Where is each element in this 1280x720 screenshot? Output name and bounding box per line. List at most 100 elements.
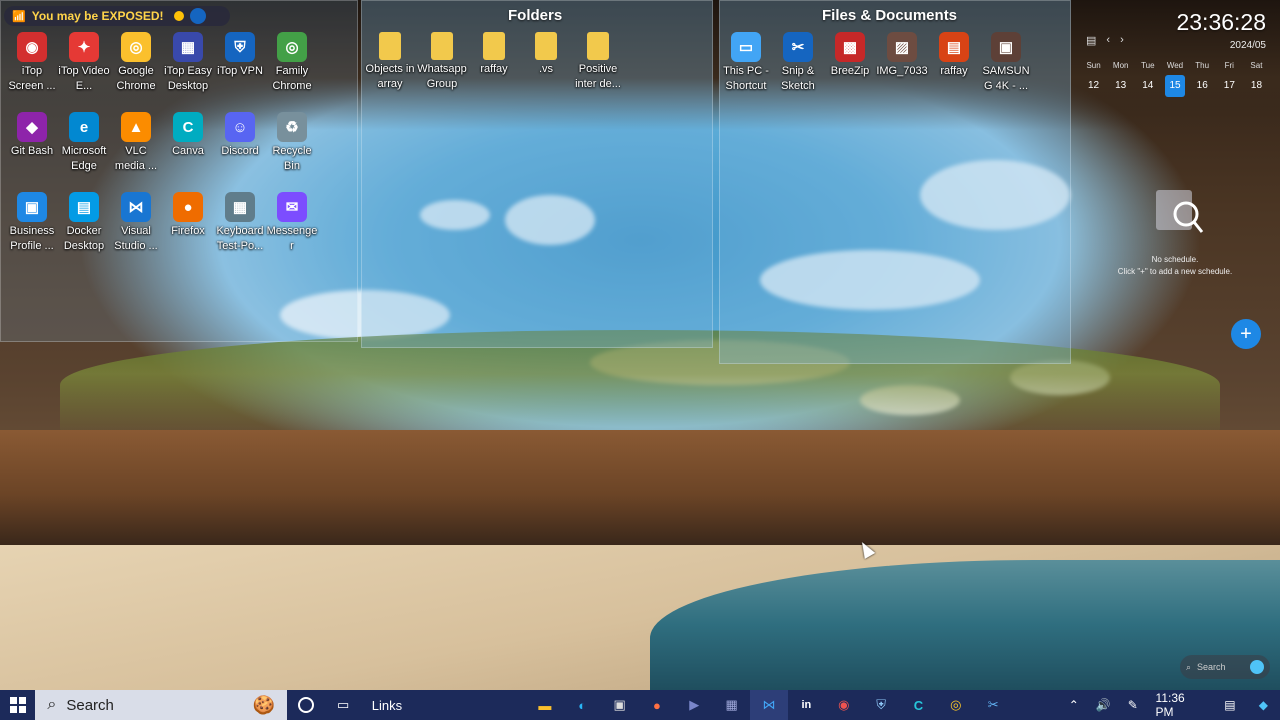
desktop-icon-item[interactable]: ● Firefox (162, 192, 214, 239)
file-icon-label: This PC - Shortcut (723, 65, 769, 92)
folder-icon-item[interactable]: raffay (468, 32, 520, 77)
store-icon: ▣ (613, 697, 626, 712)
calendar-date[interactable]: 12 (1080, 75, 1107, 97)
calendar-date[interactable]: 16 (1189, 75, 1216, 97)
calendar-date[interactable]: 18 (1243, 75, 1270, 97)
prev-week-icon[interactable]: ‹ (1106, 34, 1110, 47)
folder-icon-label: Objects in array (365, 63, 415, 90)
calendar-day-name: Mon (1112, 61, 1129, 70)
notification-text: You may be EXPOSED! (31, 9, 164, 23)
taskbar-app-file-explorer[interactable]: ▬ (526, 690, 563, 720)
next-week-icon[interactable]: › (1120, 34, 1124, 47)
taskbar-app-store[interactable]: ▣ (601, 690, 638, 720)
folder-icon-item[interactable]: Whatsapp Group (416, 32, 468, 92)
calendar-icon[interactable]: ▤ (1086, 34, 1096, 47)
links-toolbar[interactable]: Links (362, 690, 412, 720)
desktop-icon-item[interactable]: ♻ Recycle Bin (266, 112, 318, 174)
desktop-icon-item[interactable]: ⛨ iTop VPN (214, 32, 266, 79)
cortana-button[interactable] (287, 690, 324, 720)
pen-button[interactable]: ✎ (1118, 690, 1148, 720)
desktop-icon-item[interactable]: ◆ Git Bash (6, 112, 58, 159)
calendar-date[interactable]: 15 (1165, 75, 1185, 97)
folder-icon (379, 32, 401, 60)
chevron-up-icon: ⌃ (1068, 698, 1079, 712)
file-icon-item[interactable]: ▣ SAMSUNG 4K - ... (980, 32, 1032, 94)
desktop-app-icon: ◉ (17, 32, 47, 62)
copilot-button[interactable]: ◆ (1247, 690, 1280, 720)
taskbar-app-edge[interactable]: ◐ (564, 690, 601, 720)
show-hidden-icons-button[interactable]: ⌃ (1059, 690, 1089, 720)
folder-icon-item[interactable]: .vs (520, 32, 572, 77)
widget-search-input[interactable]: ⌕ Search (1180, 655, 1270, 679)
calendar-day-name: Wed (1166, 61, 1184, 70)
taskbar-app-snip[interactable]: ✂ (975, 690, 1012, 720)
folder-icon (483, 32, 505, 60)
desktop-icon-item[interactable]: ▦ Keyboard Test-Po... (214, 192, 266, 254)
desktop-icon-item[interactable]: ◉ iTop Screen ... (6, 32, 58, 94)
desktop-icon-item[interactable]: ✉ Messenger (266, 192, 318, 254)
notifications-button[interactable]: ▤ (1213, 690, 1246, 720)
calendar-date[interactable]: 13 (1107, 75, 1134, 97)
add-schedule-button[interactable]: + (1231, 319, 1261, 349)
file-icon-item[interactable]: ▤ raffay (928, 32, 980, 79)
copilot-icon: ◆ (1258, 698, 1268, 712)
desktop-icon-item[interactable]: ☺ Discord (214, 112, 266, 159)
firefox-icon: ● (653, 697, 661, 713)
desktop-icon-item[interactable]: ▣ Business Profile ... (6, 192, 58, 254)
desktop-icon-item[interactable]: ▤ Docker Desktop (58, 192, 110, 254)
file-icon-item[interactable]: ▭ This PC - Shortcut (720, 32, 772, 94)
no-schedule-hint: Click "+" to add a new schedule. (1117, 267, 1233, 276)
task-view-button[interactable]: ▭ (324, 690, 361, 720)
calendar-day-name: Fri (1224, 61, 1234, 70)
taskbar-app-linkedin[interactable]: in (788, 690, 825, 720)
taskbar-app-vscode[interactable]: ⋈ (750, 690, 788, 720)
desktop-icon-item[interactable]: ◎ Google Chrome (110, 32, 162, 94)
taskbar-clock[interactable]: 11:36 PM (1148, 690, 1214, 720)
no-schedule-text: No schedule. Click "+" to add a new sche… (1100, 254, 1250, 278)
wifi-icon: 📶 (12, 10, 26, 23)
folder-icon-item[interactable]: Positive inter de... (572, 32, 624, 92)
desktop-icon-item[interactable]: C Canva (162, 112, 214, 159)
folder-icon-item[interactable]: Objects in array (364, 32, 416, 92)
desktop-app-icon: ● (173, 192, 203, 222)
start-button[interactable] (0, 690, 35, 720)
desktop-icon-item[interactable]: ◎ Family Chrome (266, 32, 318, 94)
taskbar-app-itop-vpn[interactable]: ⛨ (862, 690, 899, 720)
folder-icon-label: raffay (480, 63, 508, 75)
taskbar-app-power-automate[interactable]: ▶ (676, 690, 713, 720)
file-icon-item[interactable]: ✂ Snip & Sketch (772, 32, 824, 94)
calendar-date[interactable]: 17 (1216, 75, 1243, 97)
taskbar-search-box[interactable]: ⌕ Search 🍪 (35, 690, 288, 720)
ai-icon[interactable] (1250, 660, 1264, 674)
desktop-app-icon: C (173, 112, 203, 142)
desktop-app-icon: ◆ (17, 112, 47, 142)
folder-icon-label: Positive inter de... (575, 63, 621, 90)
desktop-icon-item[interactable]: e Microsoft Edge (58, 112, 110, 174)
warning-dot-icon (173, 11, 184, 21)
volume-button[interactable]: 🔊 (1089, 690, 1119, 720)
folder-icon (431, 32, 453, 60)
desktop-app-icon: ☺ (225, 112, 255, 142)
widget-clock: 23:36:28 (1176, 9, 1266, 35)
file-icon-item[interactable]: ▩ BreeZip (824, 32, 876, 79)
file-app-icon: ▣ (991, 32, 1021, 62)
vpn-toggle-icon[interactable] (189, 8, 206, 24)
taskbar-app-firefox[interactable]: ● (638, 690, 675, 720)
taskbar-app-itop-screen-recorder[interactable]: ◉ (825, 690, 862, 720)
taskbar-app-canva[interactable]: C (900, 690, 937, 720)
desktop-icon-item[interactable]: ▲ VLC media ... (110, 112, 162, 174)
desktop-icon-item[interactable]: ⋈ Visual Studio ... (110, 192, 162, 254)
desktop-app-icon: ✦ (69, 32, 99, 62)
desktop-app-icon: ▣ (17, 192, 47, 222)
taskbar-app-itop-easy-desktop[interactable]: ▦ (713, 690, 750, 720)
exposed-notification[interactable]: 📶 You may be EXPOSED! (4, 6, 230, 26)
file-app-icon: ▤ (939, 32, 969, 62)
file-icon-item[interactable]: ▨ IMG_7033 (876, 32, 928, 79)
cookies-icon: 🍪 (252, 694, 276, 715)
calendar-date[interactable]: 14 (1134, 75, 1161, 97)
taskbar-app-chrome[interactable]: ◎ (937, 690, 974, 720)
desktop-icon-item[interactable]: ▦ iTop Easy Desktop (162, 32, 214, 94)
fence-folders-title: Folders (508, 7, 563, 24)
desktop-app-icon: ◎ (121, 32, 151, 62)
desktop-icon-item[interactable]: ✦ iTop Video E... (58, 32, 110, 94)
